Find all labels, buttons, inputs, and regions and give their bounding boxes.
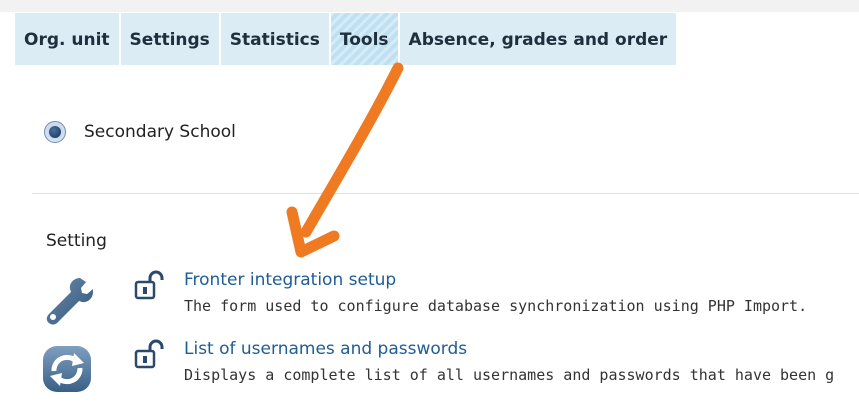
tab-absence-grades-order[interactable]: Absence, grades and order — [399, 13, 677, 65]
section-title: Setting — [46, 231, 107, 251]
unlocked-padlock-icon[interactable] — [133, 270, 169, 300]
school-radio-label: Secondary School — [84, 122, 236, 142]
fronter-integration-link[interactable]: Fronter integration setup — [184, 270, 396, 290]
usernames-passwords-link[interactable]: List of usernames and passwords — [184, 339, 467, 359]
refresh-icon — [43, 346, 91, 392]
tab-tools[interactable]: Tools — [330, 13, 398, 65]
fronter-integration-description: The form used to configure database sync… — [184, 297, 808, 315]
tools-page: Org. unit Settings Statistics Tools Abse… — [0, 0, 859, 401]
school-radio-option[interactable]: Secondary School — [44, 121, 236, 143]
unlocked-padlock-icon[interactable] — [133, 339, 169, 369]
school-radio-button[interactable] — [44, 121, 66, 143]
radio-selected-dot — [49, 126, 61, 138]
usernames-passwords-description: Displays a complete list of all username… — [184, 366, 835, 384]
top-strip — [0, 0, 859, 12]
tab-org-unit[interactable]: Org. unit — [15, 13, 119, 65]
tab-settings[interactable]: Settings — [120, 13, 219, 65]
tool-item-usernames-passwords: List of usernames and passwords Displays… — [0, 339, 859, 399]
section-divider — [32, 193, 859, 194]
tab-statistics[interactable]: Statistics — [220, 13, 329, 65]
tab-bar: Org. unit Settings Statistics Tools Abse… — [15, 13, 678, 65]
tool-item-fronter-integration: Fronter integration setup The form used … — [0, 270, 859, 330]
wrench-icon — [46, 278, 93, 325]
